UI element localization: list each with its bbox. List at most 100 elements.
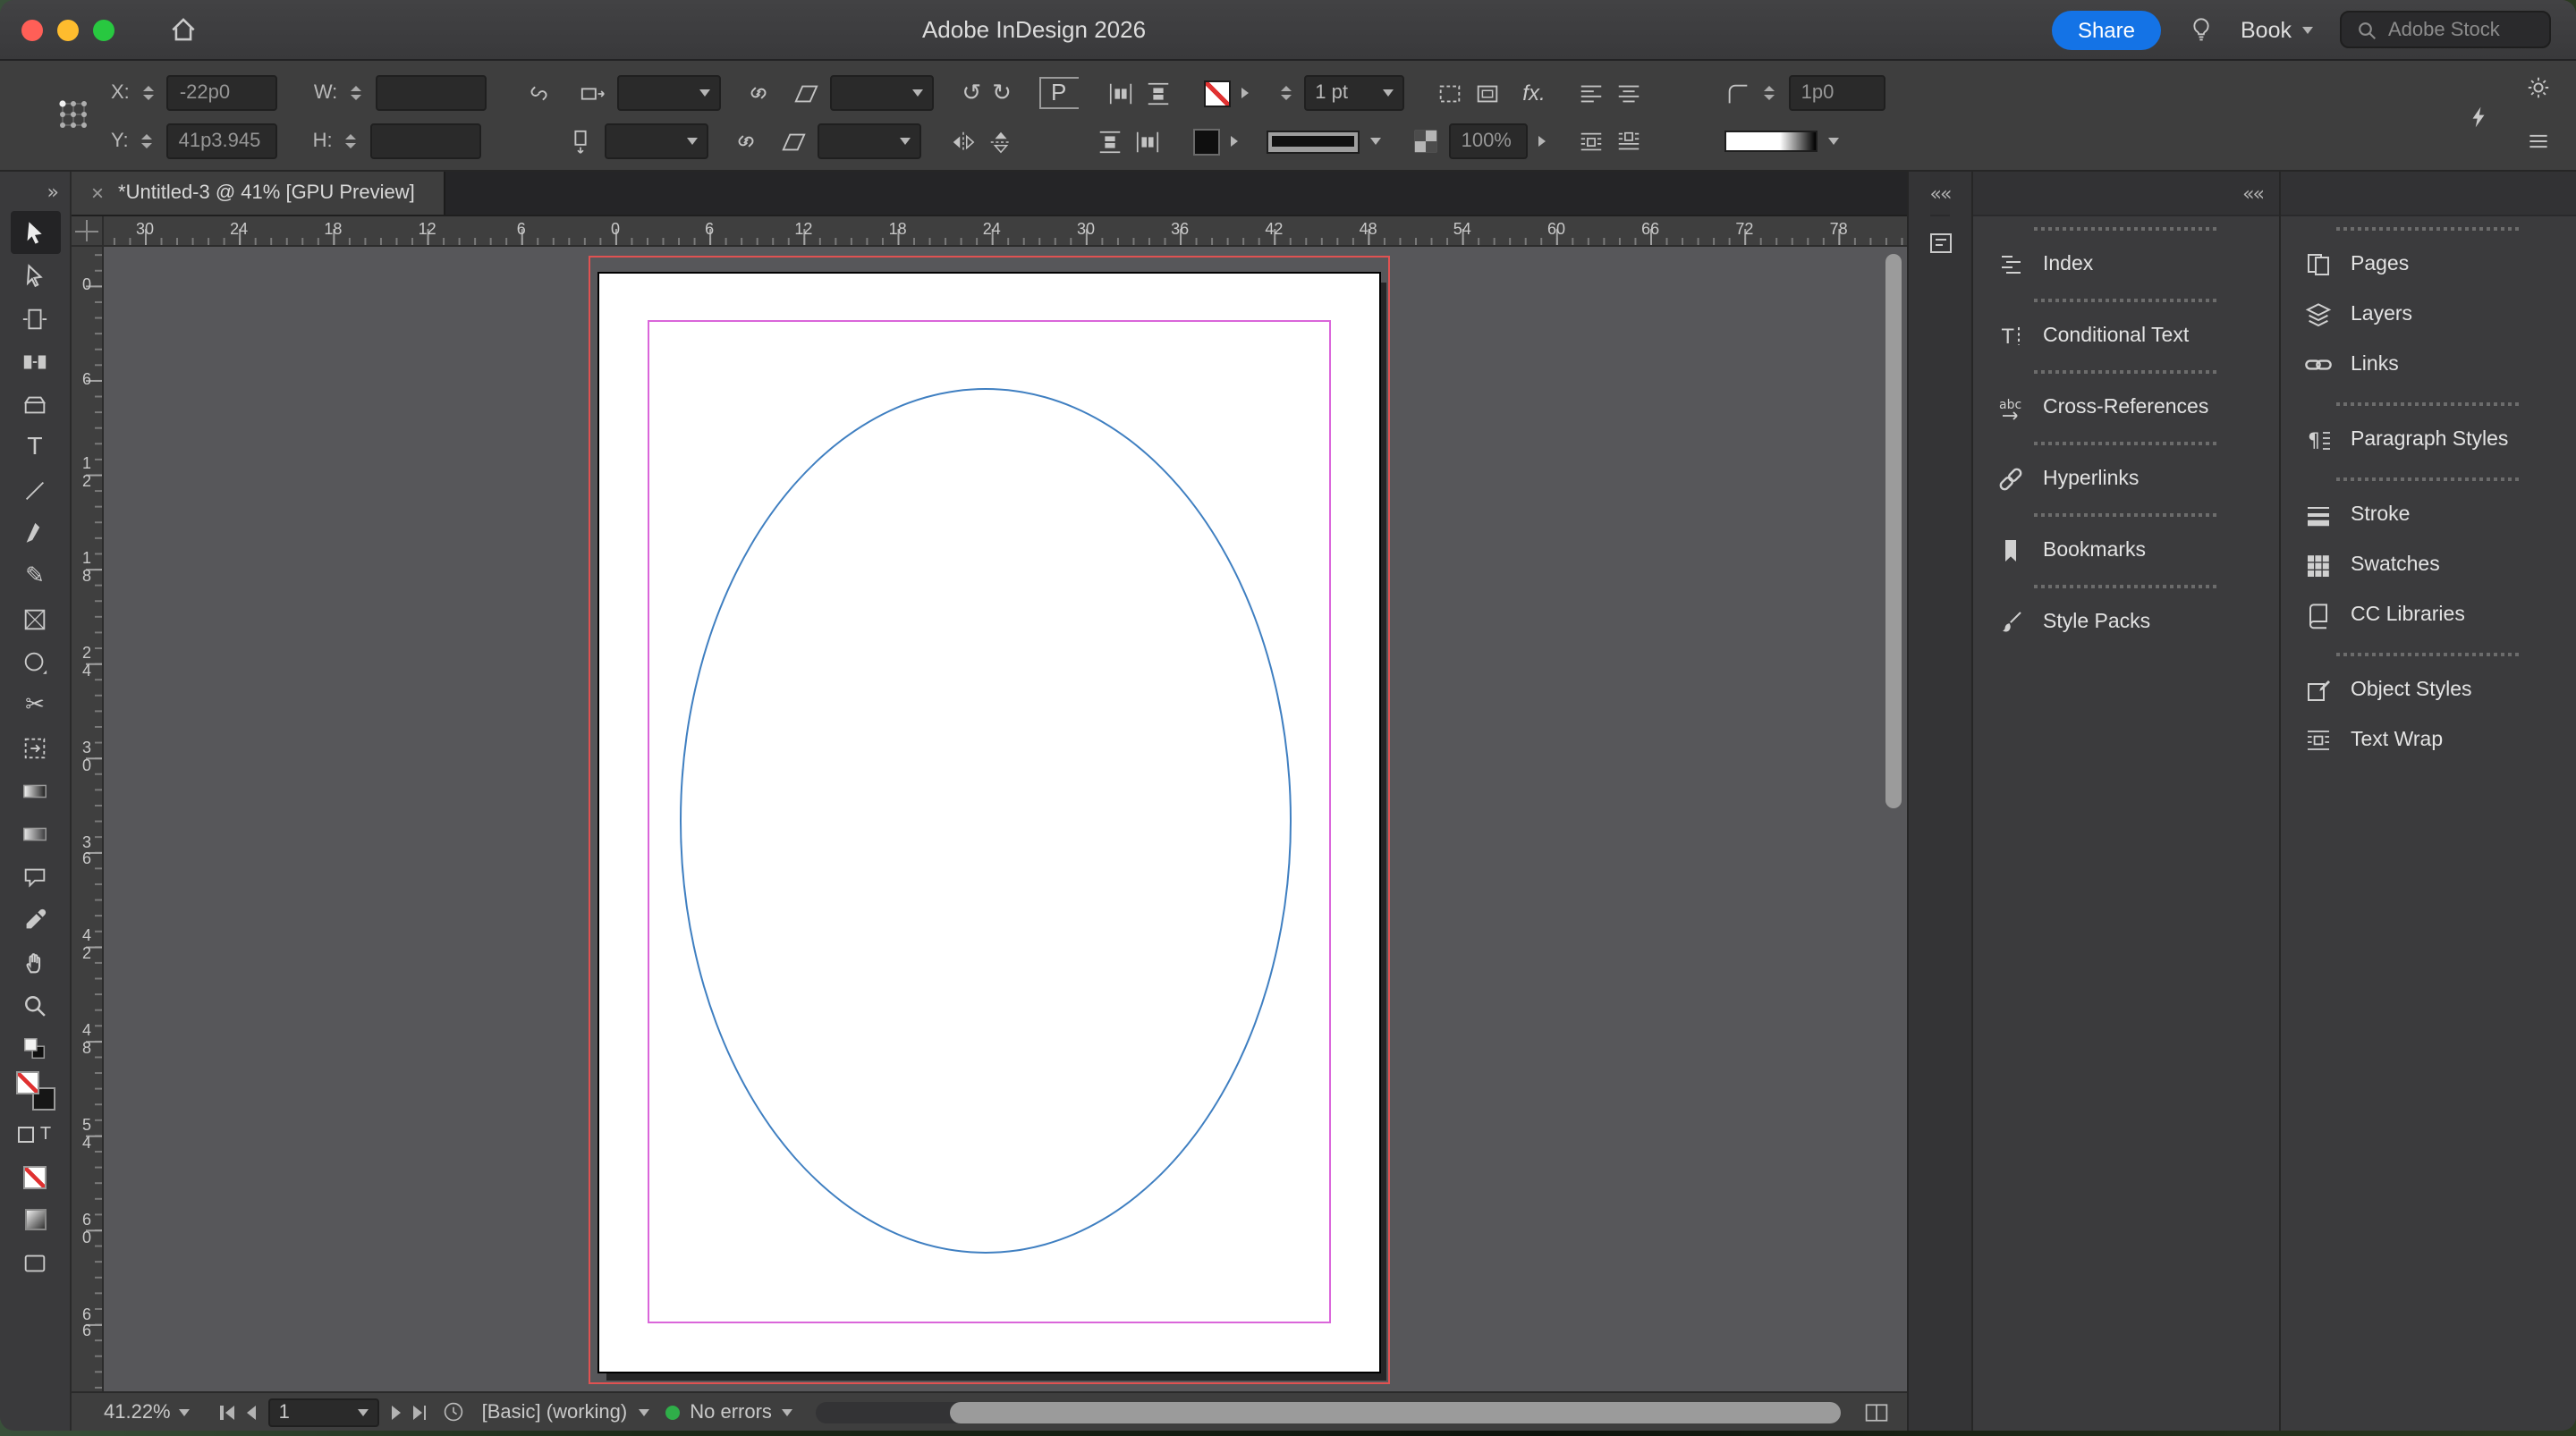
default-fill-stroke[interactable] — [10, 1026, 60, 1069]
maximize-window-button[interactable] — [93, 19, 114, 40]
minimize-window-button[interactable] — [57, 19, 79, 40]
stroke-style-preview[interactable] — [1266, 130, 1360, 153]
share-button[interactable]: Share — [2052, 10, 2160, 49]
horizontal-scrollbar[interactable] — [816, 1401, 1841, 1423]
scrollbar-thumb[interactable] — [949, 1401, 1841, 1423]
scale-y-dropdown[interactable] — [604, 123, 708, 159]
gradient-swatch-tool[interactable] — [10, 769, 60, 812]
zoom-tool[interactable] — [10, 984, 60, 1026]
panel-tab-stroke[interactable]: Stroke — [2281, 492, 2576, 538]
adobe-stock-search[interactable] — [2340, 11, 2551, 48]
panel-tab-index[interactable]: Index — [1973, 241, 2279, 288]
y-stepper[interactable] — [140, 133, 156, 149]
distribute-horizontal-icon[interactable] — [1107, 80, 1134, 106]
ellipse-tool[interactable] — [10, 640, 60, 683]
last-page-button[interactable] — [412, 1405, 427, 1419]
type-tool[interactable]: T — [10, 426, 60, 469]
lightbulb-icon[interactable] — [2187, 16, 2214, 43]
h-stepper[interactable] — [343, 133, 360, 149]
first-page-button[interactable] — [220, 1405, 234, 1419]
eyedropper-tool[interactable] — [10, 898, 60, 941]
constrain-dimensions-icon[interactable] — [525, 80, 550, 106]
opacity-input[interactable] — [1461, 131, 1515, 152]
page-number-dropdown[interactable] — [267, 1398, 379, 1426]
frame-fitting-icon[interactable] — [1436, 80, 1463, 106]
corner-radius-input[interactable] — [1801, 82, 1873, 104]
panel-grip[interactable] — [2281, 467, 2576, 492]
y-input[interactable] — [178, 131, 265, 152]
apply-gradient[interactable] — [10, 1198, 60, 1241]
panel-grip[interactable] — [1973, 288, 2279, 313]
panel-tab-text-wrap[interactable]: Text Wrap — [2281, 717, 2576, 764]
direct-selection-tool[interactable] — [10, 254, 60, 297]
expand-fill-icon[interactable] — [1241, 88, 1250, 98]
distribute-vertical-icon[interactable] — [1145, 80, 1172, 106]
flip-vertical-icon[interactable] — [987, 128, 1014, 155]
pen-tool[interactable] — [10, 511, 60, 554]
preflight-profile-dropdown[interactable]: [Basic] (working) — [482, 1401, 649, 1423]
pasteboard[interactable] — [104, 247, 1907, 1391]
panel-grip[interactable] — [2281, 216, 2576, 241]
gradient-dropdown-icon[interactable] — [1827, 138, 1839, 145]
vertical-scrollbar[interactable] — [1885, 254, 1902, 808]
ruler-origin[interactable] — [72, 216, 104, 247]
panel-tab-hyperlinks[interactable]: Hyperlinks — [1973, 456, 2279, 503]
gradient-feather-tool[interactable] — [10, 812, 60, 855]
panel-tab-layers[interactable]: Layers — [2281, 291, 2576, 338]
text-align-icon[interactable] — [1578, 80, 1605, 106]
constrain-scale-icon[interactable] — [745, 80, 770, 106]
line-tool[interactable] — [10, 469, 60, 511]
panel-tab-pages[interactable]: Pages — [2281, 241, 2576, 288]
w-field[interactable] — [375, 75, 487, 111]
split-view-icon[interactable] — [1864, 1399, 1889, 1424]
collapse-dock-button[interactable]: «« — [1973, 172, 2279, 216]
horizontal-ruler[interactable]: 30 24 18 12 6 0 6 12 18 24 30 36 42 48 54 60 66 72 78 — [104, 216, 1907, 247]
rectangle-frame-tool[interactable] — [10, 597, 60, 640]
corner-radius-field[interactable] — [1788, 75, 1885, 111]
panel-tab-object-styles[interactable]: Object Styles — [2281, 667, 2576, 714]
panel-menu-icon[interactable] — [2526, 129, 2551, 154]
panel-tab-style-packs[interactable]: Style Packs — [1973, 599, 2279, 646]
close-tab-icon[interactable]: × — [91, 182, 104, 204]
expand-opacity-icon[interactable] — [1538, 136, 1546, 147]
formatting-toggles[interactable]: T — [10, 1112, 60, 1155]
y-field[interactable] — [165, 123, 277, 159]
pencil-tool[interactable]: ✎ — [10, 554, 60, 597]
content-collector-tool[interactable] — [10, 383, 60, 426]
stroke-color-swatch[interactable] — [1192, 128, 1220, 155]
gear-icon[interactable] — [2526, 75, 2551, 100]
text-align-icon-2[interactable] — [1615, 80, 1642, 106]
h-field[interactable] — [369, 123, 481, 159]
collapse-tools-icon[interactable]: » — [47, 180, 59, 203]
x-stepper[interactable] — [140, 85, 157, 101]
close-window-button[interactable] — [21, 19, 43, 40]
preflight-icon[interactable] — [443, 1400, 466, 1423]
preflight-status-dropdown[interactable]: No errors — [665, 1401, 793, 1423]
home-icon[interactable] — [168, 14, 199, 45]
stroke-style-dropdown-icon[interactable] — [1369, 138, 1381, 145]
constrain-scale-icon-2[interactable] — [733, 129, 758, 154]
selection-tool[interactable] — [10, 211, 60, 254]
page-adornment[interactable]: P — [1039, 77, 1080, 109]
scissors-tool[interactable]: ✂ — [10, 683, 60, 726]
fill-color-swatch[interactable] — [1204, 80, 1232, 106]
scale-x-dropdown[interactable] — [616, 75, 721, 111]
panel-grip[interactable] — [2281, 392, 2576, 417]
next-page-button[interactable] — [391, 1405, 401, 1419]
vertical-ruler[interactable]: 0 6 12 18 24 30 36 42 48 54 60 66 — [72, 247, 104, 1391]
panel-tab-paragraph-styles[interactable]: ¶ Paragraph Styles — [2281, 417, 2576, 463]
panel-grip[interactable] — [1973, 574, 2279, 599]
distribute-horizontal-icon-2[interactable] — [1134, 128, 1161, 155]
expand-dock-button[interactable]: «« — [1929, 172, 1953, 216]
reference-point-proxy[interactable] — [57, 98, 89, 131]
shear-dropdown[interactable] — [829, 75, 934, 111]
corner-radius-stepper[interactable] — [1762, 85, 1778, 101]
panel-tab-swatches[interactable]: Swatches — [2281, 542, 2576, 588]
expand-stroke-icon[interactable] — [1230, 136, 1238, 147]
book-dropdown[interactable]: Book — [2241, 17, 2313, 42]
w-stepper[interactable] — [348, 85, 364, 101]
x-field[interactable] — [166, 75, 278, 111]
distribute-vertical-icon-2[interactable] — [1097, 128, 1123, 155]
text-wrap-icon-2[interactable] — [1615, 128, 1642, 155]
stroke-weight-dropdown[interactable]: 1 pt — [1304, 75, 1405, 111]
